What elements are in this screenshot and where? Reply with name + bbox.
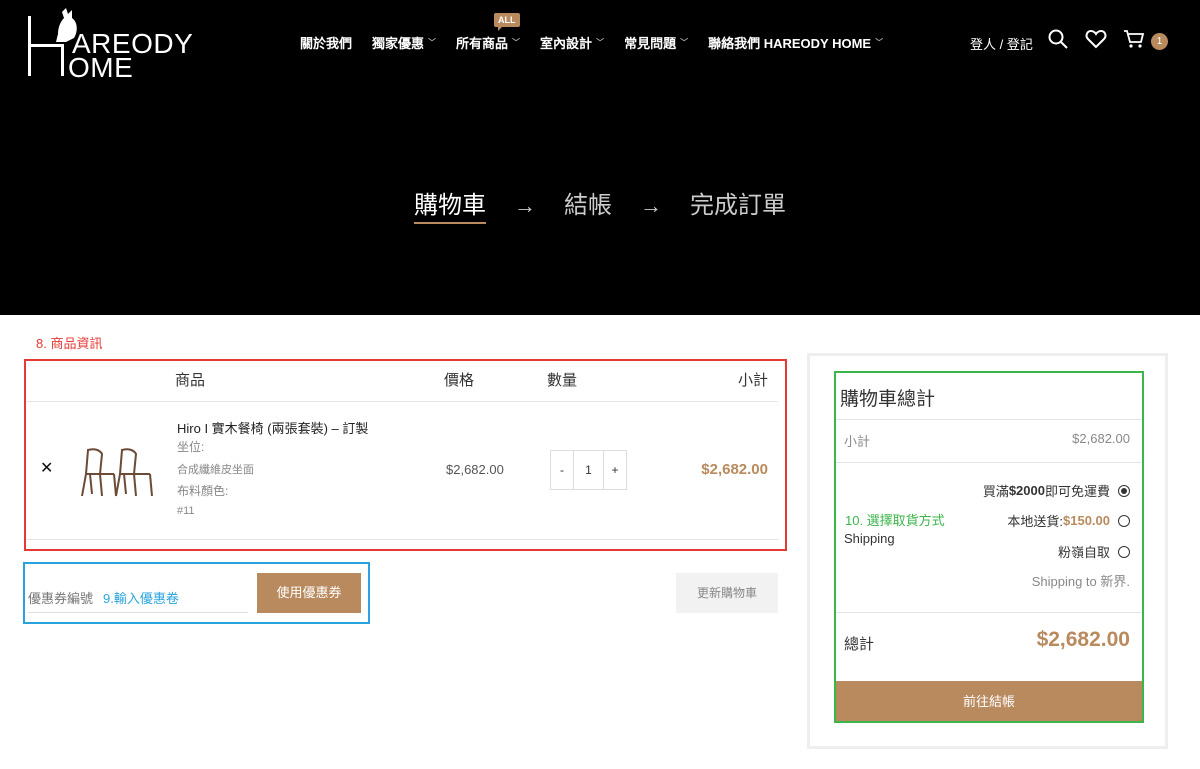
option-price: $150.00 — [1063, 513, 1110, 528]
option-label: 粉嶺自取 — [1057, 545, 1110, 560]
shipping-option-free[interactable]: 買滿 $2000 即可免運費 — [983, 481, 1130, 500]
hero-header: AREODY OME 關於我們 獨家優惠 ﹀ ALL 所有商品 ﹀ 室內設計 ﹀… — [0, 0, 1200, 315]
main-nav: 關於我們 獨家優惠 ﹀ ALL 所有商品 ﹀ 室內設計 ﹀ 常見問題 ﹀ 聯絡我… — [300, 12, 903, 52]
checkout-steps: 購物車 → 結帳 → 完成訂單 — [0, 185, 1200, 224]
table-row: ✕ Hiro I 實木餐椅 (兩張套裝) – 訂製 坐位: 合成纖維皮坐面 布料… — [26, 402, 778, 540]
step-complete: 完成訂單 — [690, 193, 786, 219]
logo-text-line2: OME — [68, 52, 134, 83]
item-price: $2,682.00 — [446, 462, 504, 477]
option-amount: $2000 — [1008, 483, 1045, 498]
product-thumbnail[interactable] — [80, 446, 154, 498]
shipping-option-pickup[interactable]: 粉嶺自取 — [1058, 542, 1130, 561]
nav-label: 所有商品 — [456, 35, 509, 51]
radio-unselected[interactable] — [1118, 545, 1130, 558]
nav-label: 關於我們 — [300, 35, 353, 51]
quantity-stepper: - 1 + — [550, 450, 627, 490]
step-cart[interactable]: 購物車 — [414, 185, 486, 224]
apply-coupon-button[interactable]: 使用優惠券 — [257, 573, 361, 613]
nav-label: 獨家優惠 — [372, 35, 425, 51]
divider — [836, 419, 1142, 420]
meta-color-label: 布料顏色: — [177, 484, 229, 498]
nav-item-faq[interactable]: 常見問題 ﹀ — [624, 33, 688, 52]
annotation-product-info: 8. 商品資訊 — [36, 336, 103, 351]
arrow-right-icon: → — [514, 193, 536, 218]
search-icon[interactable] — [1047, 28, 1071, 52]
chevron-down-icon: ﹀ — [680, 37, 689, 47]
qty-input[interactable]: 1 — [573, 451, 604, 489]
radio-selected[interactable] — [1118, 484, 1130, 497]
nav-item-contact[interactable]: 聯絡我們 HAREODY HOME ﹀ — [708, 33, 883, 52]
annotation-coupon: 9.輸入優惠卷 — [103, 591, 179, 606]
all-badge: ALL — [494, 12, 520, 31]
meta-color-value: #11 — [177, 505, 195, 517]
chevron-down-icon: ﹀ — [512, 37, 521, 47]
cart-icon[interactable] — [1123, 28, 1147, 52]
total-value: $2,682.00 — [1036, 628, 1130, 651]
header-price: 價格 — [444, 372, 475, 389]
cart-count-badge: 1 — [1151, 33, 1168, 50]
chevron-down-icon: ﹀ — [596, 37, 605, 47]
update-cart-button[interactable]: 更新購物車 — [676, 573, 778, 613]
header-subtotal: 小計 — [737, 372, 768, 389]
option-label: 本地送貨: — [1007, 514, 1063, 529]
nav-label: 常見問題 — [624, 35, 677, 51]
arrow-right-icon: → — [640, 193, 662, 218]
cart-totals-title: 購物車總計 — [840, 389, 936, 410]
proceed-checkout-button[interactable]: 前往結帳 — [836, 681, 1142, 721]
product-name-link[interactable]: Hiro I 實木餐椅 (兩張套裝) – 訂製 — [177, 418, 368, 437]
chevron-down-icon: ﹀ — [428, 37, 437, 47]
shipping-destination: Shipping to 新界. — [1031, 574, 1130, 589]
header-qty: 數量 — [547, 372, 578, 389]
nav-label: 聯絡我們 HAREODY HOME — [708, 35, 872, 51]
shipping-option-local[interactable]: 本地送貨: $150.00 — [1007, 511, 1130, 530]
option-label: 買滿 — [982, 484, 1009, 499]
total-label: 總計 — [844, 636, 875, 653]
option-label-suffix: 即可免運費 — [1044, 484, 1110, 499]
remove-item-icon[interactable]: ✕ — [40, 458, 53, 478]
subtotal-label: 小計 — [844, 434, 871, 449]
nav-label: 室內設計 — [540, 35, 593, 51]
radio-unselected[interactable] — [1118, 514, 1130, 527]
qty-minus-button[interactable]: - — [551, 451, 573, 489]
nav-item-offers[interactable]: 獨家優惠 ﹀ — [372, 33, 436, 52]
meta-seat-value: 合成纖維皮坐面 — [177, 464, 254, 476]
nav-item-interior-design[interactable]: 室內設計 ﹀ — [540, 33, 604, 52]
wishlist-heart-icon[interactable] — [1085, 28, 1109, 52]
nav-item-all-products[interactable]: ALL 所有商品 ﹀ — [456, 12, 521, 52]
site-logo[interactable]: AREODY OME — [26, 6, 206, 83]
chevron-down-icon: ﹀ — [875, 37, 884, 47]
item-subtotal: $2,682.00 — [701, 461, 768, 478]
subtotal-value: $2,682.00 — [1072, 431, 1130, 446]
annotation-shipping: 10. 選擇取貨方式 — [845, 513, 945, 528]
nav-item-about[interactable]: 關於我們 — [300, 33, 352, 52]
step-checkout[interactable]: 結帳 — [564, 185, 612, 220]
login-link[interactable]: 登人 / 登記 — [970, 34, 1033, 53]
meta-seat-label: 坐位: — [177, 440, 205, 454]
divider — [836, 612, 1142, 613]
cart-table-header: 商品 價格 數量 小計 — [26, 361, 778, 402]
header-product: 商品 — [175, 372, 206, 389]
shipping-label: Shipping — [844, 531, 895, 546]
divider — [836, 462, 1142, 463]
qty-plus-button[interactable]: + — [604, 451, 626, 489]
